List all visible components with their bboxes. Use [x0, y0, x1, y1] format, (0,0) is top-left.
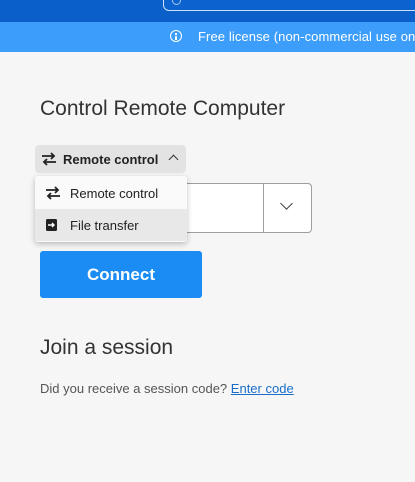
- partner-id-dropdown-button[interactable]: [263, 183, 312, 233]
- title-bar: [0, 0, 415, 22]
- join-session-title: Join a session: [40, 336, 174, 359]
- license-text: Free license (non-commercial use only: [198, 29, 415, 44]
- page-title: Control Remote Computer: [40, 97, 286, 120]
- menu-item-file-transfer[interactable]: File transfer: [35, 209, 187, 241]
- swap-arrows-icon: [41, 152, 57, 171]
- chevron-up-icon: [168, 154, 179, 165]
- info-icon: [170, 30, 182, 42]
- menu-item-label: Remote control: [70, 186, 159, 201]
- search-icon: [172, 0, 181, 5]
- partner-id-input[interactable]: [186, 183, 264, 233]
- menu-item-label: File transfer: [70, 218, 139, 233]
- connection-mode-menu: Remote control File transfer: [35, 176, 187, 242]
- connect-button[interactable]: Connect: [40, 251, 202, 298]
- swap-arrows-icon: [45, 186, 61, 203]
- connection-mode-select[interactable]: Remote control: [35, 145, 186, 173]
- connection-mode-label: Remote control: [63, 152, 159, 167]
- session-code-prompt: Did you receive a session code? Enter co…: [40, 381, 294, 396]
- top-search-field[interactable]: [163, 0, 415, 11]
- session-code-question: Did you receive a session code?: [40, 381, 228, 396]
- enter-code-link[interactable]: Enter code: [231, 381, 294, 396]
- menu-item-remote-control[interactable]: Remote control: [35, 177, 187, 209]
- file-transfer-icon: [45, 218, 59, 235]
- license-banner: Free license (non-commercial use only: [0, 22, 415, 52]
- chevron-down-icon: [280, 197, 293, 210]
